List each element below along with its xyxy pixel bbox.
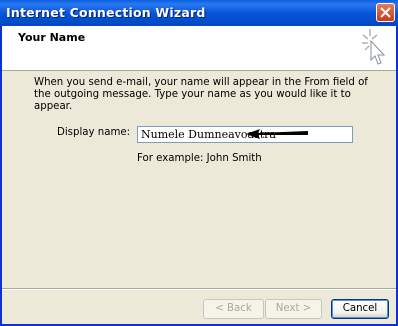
wizard-sparkle-cursor-icon xyxy=(362,29,386,65)
display-name-field[interactable] xyxy=(137,126,353,143)
cancel-button[interactable]: Cancel xyxy=(331,299,389,319)
close-icon xyxy=(380,7,391,18)
footer-divider xyxy=(2,288,396,290)
page-title: Your Name xyxy=(18,31,86,44)
back-button[interactable]: < Back xyxy=(203,299,264,319)
wizard-header: Your Name xyxy=(2,26,396,71)
annotation-arrow-icon xyxy=(246,129,308,139)
window-frame-left xyxy=(0,26,2,326)
next-button[interactable]: Next > xyxy=(265,299,322,319)
window-title: Internet Connection Wizard xyxy=(6,5,206,20)
title-bar[interactable]: Internet Connection Wizard xyxy=(0,0,398,26)
display-name-label: Display name: xyxy=(57,127,131,138)
close-button[interactable] xyxy=(376,3,395,22)
example-hint: For example: John Smith xyxy=(137,153,262,164)
instructions-text: When you send e-mail, your name will app… xyxy=(34,77,368,112)
